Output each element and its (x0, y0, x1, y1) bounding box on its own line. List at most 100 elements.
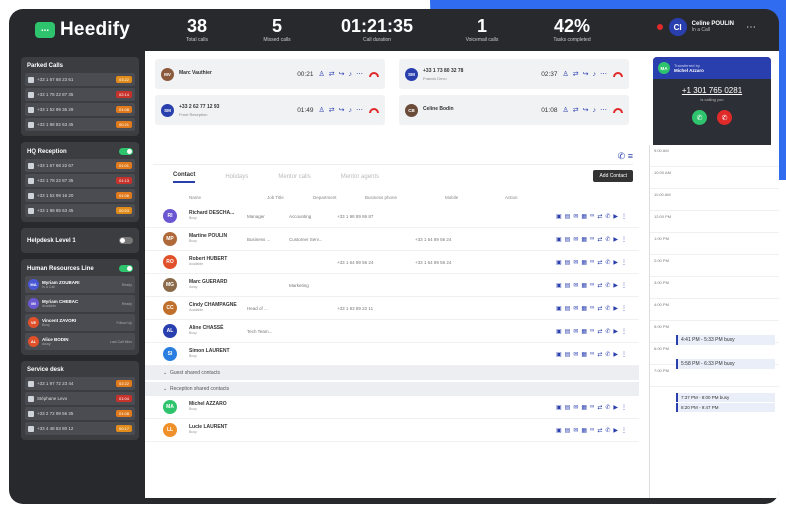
more-icon[interactable]: ⋮ (621, 213, 627, 220)
business-phone[interactable]: +33 1 98 89 86 87 (337, 214, 415, 219)
call-icon[interactable]: ✆ (605, 328, 610, 335)
chat-icon[interactable]: ▤ (565, 404, 571, 411)
table-row[interactable]: MG Marc GUERARD Away Marketing ▣ ▤ ✉ ▦ ∞ ⇄ ✆ ▶ ⋮ (145, 274, 639, 297)
time-slot[interactable]: 3:00 PM (650, 277, 779, 299)
calendar-icon[interactable]: ▦ (581, 259, 587, 266)
link-icon[interactable]: ∞ (590, 213, 594, 220)
calendar-event[interactable]: 4:41 PM - 5:33 PM busy (676, 335, 775, 345)
card-icon[interactable]: ▣ (556, 305, 562, 312)
list-item[interactable]: +33 2 72 99 56 35 01:08 (25, 407, 135, 420)
hangup-icon[interactable] (613, 71, 623, 77)
calendar-icon[interactable]: ▦ (581, 404, 587, 411)
more-icon[interactable]: ⋯ (746, 22, 757, 33)
card-icon[interactable]: ▣ (556, 404, 562, 411)
call-icon[interactable]: ✆ (605, 236, 610, 243)
forward-icon[interactable]: ↪ (339, 70, 345, 78)
mobile-phone[interactable]: +33 1 64 89 56 24 (415, 237, 481, 242)
active-call-card[interactable]: SM +33 2 62 77 12 93 Front Reception 01:4… (155, 95, 385, 125)
transfer-icon[interactable]: ⇄ (329, 106, 335, 114)
link-icon[interactable]: ∞ (590, 328, 594, 335)
calendar-icon[interactable]: ▦ (581, 213, 587, 220)
transfer-icon[interactable]: ⇄ (597, 259, 602, 266)
business-phone[interactable]: +33 1 64 89 56 24 (337, 260, 415, 265)
mail-icon[interactable]: ✉ (573, 236, 578, 243)
calendar-icon[interactable]: ▦ (581, 427, 587, 434)
video-icon[interactable]: ▶ (613, 328, 618, 335)
phone-settings-icon[interactable]: ✆ (618, 151, 626, 161)
chat-icon[interactable]: ▤ (565, 282, 571, 289)
call-icon[interactable]: ✆ (605, 305, 610, 312)
mail-icon[interactable]: ✉ (573, 305, 578, 312)
transfer-icon[interactable]: ⇄ (597, 305, 602, 312)
hangup-icon[interactable] (369, 71, 379, 77)
video-icon[interactable]: ▶ (613, 351, 618, 358)
mail-icon[interactable]: ✉ (573, 213, 578, 220)
call-icon[interactable]: ✆ (605, 259, 610, 266)
list-item[interactable]: +33 1 78 22 87 35 01:13 (25, 174, 135, 187)
call-icon[interactable]: ✆ (605, 213, 610, 220)
more-icon[interactable]: ⋯ (600, 70, 607, 78)
chat-icon[interactable]: ▤ (565, 328, 571, 335)
chat-icon[interactable]: ▤ (565, 427, 571, 434)
table-row[interactable]: RO Robert HUBERT Available +33 1 64 89 56 2… (145, 251, 639, 274)
mobile-phone[interactable]: +33 1 64 89 56 24 (415, 260, 481, 265)
search-bar[interactable]: ✆ ≡ (153, 147, 633, 165)
add-user-icon[interactable]: ♙ (318, 106, 324, 114)
calendar-icon[interactable]: ▦ (581, 305, 587, 312)
link-icon[interactable]: ∞ (590, 259, 594, 266)
transfer-icon[interactable]: ⇄ (597, 236, 602, 243)
add-contact-button[interactable]: Add Contact (593, 170, 633, 182)
list-item[interactable]: +33 1 67 68 23 61 03:22 (25, 73, 135, 86)
transfer-icon[interactable]: ⇄ (329, 70, 335, 78)
active-call-card[interactable]: SM +33 1 73 80 32 78 Francis Devo 02:37 ♙… (399, 59, 629, 89)
transfer-icon[interactable]: ⇄ (597, 427, 602, 434)
mail-icon[interactable]: ✉ (573, 404, 578, 411)
table-row[interactable]: MP Martine POULIN Busy Business ... Customer… (145, 228, 639, 251)
queue-toggle[interactable] (119, 237, 133, 244)
hangup-icon[interactable] (613, 107, 623, 113)
more-icon[interactable]: ⋮ (621, 259, 627, 266)
more-icon[interactable]: ⋯ (356, 70, 363, 78)
list-item[interactable]: Stéphane Levo 01:04 (25, 392, 135, 405)
card-icon[interactable]: ▣ (556, 236, 562, 243)
table-row[interactable]: CC Cindy CHAMPAGNE Available Head of ... +33… (145, 297, 639, 320)
time-slot[interactable]: 9:00 AM (650, 145, 779, 167)
mic-icon[interactable]: ♪ (349, 71, 353, 78)
video-icon[interactable]: ▶ (613, 404, 618, 411)
more-icon[interactable]: ⋮ (621, 427, 627, 434)
add-user-icon[interactable]: ♙ (318, 70, 324, 78)
mic-icon[interactable]: ♪ (593, 107, 597, 114)
card-icon[interactable]: ▣ (556, 282, 562, 289)
list-item[interactable]: +33 1 78 22 87 35 02:14 (25, 88, 135, 101)
link-icon[interactable]: ∞ (590, 404, 594, 411)
more-icon[interactable]: ⋮ (621, 236, 627, 243)
calendar-event[interactable]: 5:58 PM - 6:33 PM busy (676, 359, 775, 369)
calendar-icon[interactable]: ▦ (581, 236, 587, 243)
agent-row[interactable]: AL Alice BODIN Away Last Call Mins (25, 333, 135, 350)
video-icon[interactable]: ▶ (613, 213, 618, 220)
queue-toggle[interactable] (119, 265, 133, 272)
video-icon[interactable]: ▶ (613, 282, 618, 289)
calendar-icon[interactable]: ▦ (581, 282, 587, 289)
more-icon[interactable]: ⋮ (621, 328, 627, 335)
hangup-icon[interactable] (369, 107, 379, 113)
mic-icon[interactable]: ♪ (349, 107, 353, 114)
video-icon[interactable]: ▶ (613, 305, 618, 312)
more-icon[interactable]: ⋮ (621, 305, 627, 312)
tab-mentor-agents[interactable]: Mentor agents (341, 174, 379, 180)
mail-icon[interactable]: ✉ (573, 328, 578, 335)
mail-icon[interactable]: ✉ (573, 427, 578, 434)
time-slot[interactable]: 1:00 PM (650, 233, 779, 255)
filter-icon[interactable]: ≡ (628, 151, 633, 161)
chat-icon[interactable]: ▤ (565, 305, 571, 312)
call-icon[interactable]: ✆ (605, 282, 610, 289)
call-icon[interactable]: ✆ (605, 404, 610, 411)
add-user-icon[interactable]: ♙ (562, 106, 568, 114)
group-header-guest[interactable]: ⌄ Guest shared contacts (145, 366, 639, 380)
more-icon[interactable]: ⋮ (621, 404, 627, 411)
time-slot[interactable]: 10:00 AM (650, 167, 779, 189)
more-icon[interactable]: ⋮ (621, 351, 627, 358)
user-status[interactable]: CI Celine POULIN In a Call ⋯ (656, 18, 757, 36)
link-icon[interactable]: ∞ (590, 351, 594, 358)
agent-row[interactable]: MA Myriam ZOUBARI In a Call Ready (25, 276, 135, 293)
